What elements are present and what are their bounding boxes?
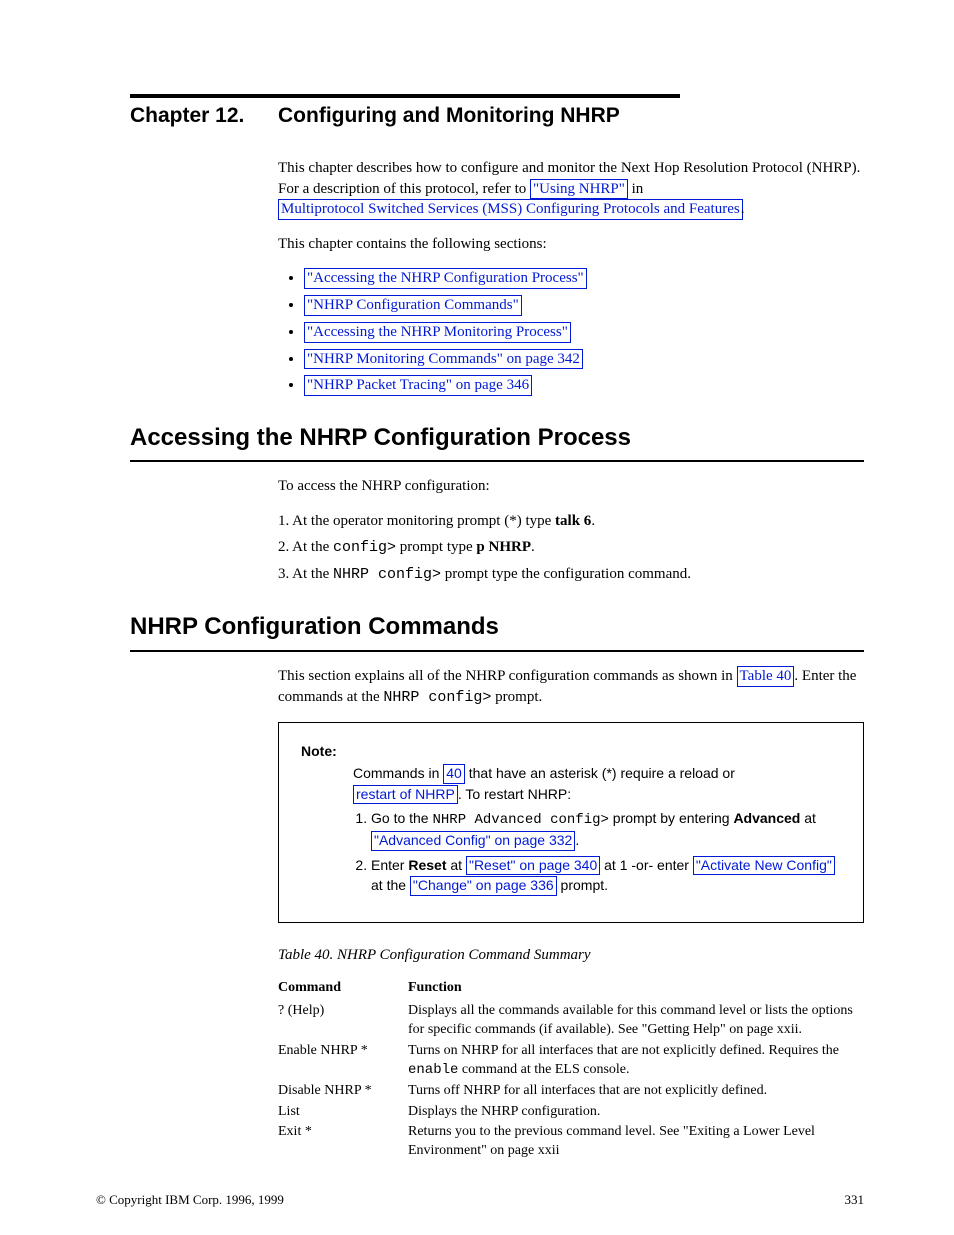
asterisk: * [509, 513, 517, 529]
section-link-0[interactable]: "Accessing the NHRP Configuration Proces… [304, 268, 587, 289]
nhrp-config-prompt-2: NHRP config> [383, 689, 491, 706]
note-box: Note: Commands in 40 that have an asteri… [278, 722, 864, 923]
note-step-1: Go to the NHRP Advanced config> prompt b… [371, 808, 841, 851]
access-step-2: 2. At the config> prompt type p NHRP. [278, 537, 864, 558]
cmd-table: Command Function ? (Help) Displays all t… [278, 979, 864, 1161]
note-body: Commands in 40 that have an asterisk (*)… [353, 763, 841, 896]
table-row: ? (Help) Displays all the commands avail… [278, 1002, 864, 1040]
section-link-1[interactable]: "NHRP Configuration Commands" [304, 295, 522, 316]
list-item: "NHRP Monitoring Commands" on page 342 [304, 349, 864, 370]
cmd-cell: List [278, 1103, 408, 1122]
access-body: To access the NHRP configuration: 1. At … [278, 476, 864, 585]
chapter-heading: Chapter 12. Configuring and Monitoring N… [130, 102, 864, 130]
access-step-3: 3. At the NHRP config> prompt type the c… [278, 564, 864, 585]
body-column: This chapter describes how to configure … [278, 158, 864, 396]
config-prompt: config> [333, 539, 396, 556]
activate-link[interactable]: "Activate New Config" [693, 856, 835, 876]
change-link[interactable]: "Change" on page 336 [410, 876, 557, 896]
h2-rule [130, 460, 864, 462]
cmd-cell: Exit * [278, 1123, 408, 1161]
table-header-row: Command Function [278, 979, 864, 998]
chapter-rule [130, 94, 680, 98]
cmd-cell: Enable NHRP * [278, 1042, 408, 1080]
sections-list: "Accessing the NHRP Configuration Proces… [278, 268, 864, 396]
access-step-1: 1. At the operator monitoring prompt (*)… [278, 511, 864, 531]
list-item: "Accessing the NHRP Monitoring Process" [304, 322, 864, 343]
intro-mid: in [628, 181, 643, 197]
cmds-intro: This section explains all of the NHRP co… [278, 666, 864, 708]
cmd-cell: ? (Help) [278, 1002, 408, 1040]
h2-rule-2 [130, 650, 864, 652]
func-cell: Returns you to the previous command leve… [408, 1123, 864, 1161]
h2-commands: NHRP Configuration Commands [130, 611, 864, 643]
table-link[interactable]: Table 40 [737, 666, 795, 687]
func-cell: Displays all the commands available for … [408, 1002, 864, 1040]
sections-label: This chapter contains the following sect… [278, 234, 864, 254]
intro-end: . [741, 201, 745, 217]
func-cell: Displays the NHRP configuration. [408, 1103, 864, 1122]
cmd-cell: Disable NHRP * [278, 1082, 408, 1101]
section-link-2[interactable]: "Accessing the NHRP Monitoring Process" [304, 322, 571, 343]
col-function: Function [408, 979, 864, 998]
list-item: "NHRP Configuration Commands" [304, 295, 864, 316]
note-steps: Go to the NHRP Advanced config> prompt b… [353, 808, 841, 896]
restart-nhrp-link[interactable]: restart of NHRP [353, 785, 458, 805]
section-link-4[interactable]: "NHRP Packet Tracing" on page 346 [304, 375, 532, 396]
cmds-body: This section explains all of the NHRP co… [278, 666, 864, 1161]
table-row: Disable NHRP * Turns off NHRP for all in… [278, 1082, 864, 1101]
func-cell: Turns off NHRP for all interfaces that a… [408, 1082, 864, 1101]
using-nhrp-link[interactable]: "Using NHRP" [530, 179, 628, 200]
list-item: "NHRP Packet Tracing" on page 346 [304, 375, 864, 396]
list-item: "Accessing the NHRP Configuration Proces… [304, 268, 864, 289]
copyright: © Copyright IBM Corp. 1996, 1999 [96, 1191, 284, 1209]
page: Chapter 12. Configuring and Monitoring N… [0, 0, 954, 1235]
advanced-config-link[interactable]: "Advanced Config" on page 332 [371, 831, 575, 851]
nhrp-config-prompt: NHRP config> [333, 566, 441, 583]
nhrp-advanced-prompt: NHRP Advanced config> [432, 812, 608, 828]
manual-link[interactable]: Multiprotocol Switched Services (MSS) Co… [278, 199, 743, 220]
table-row: Exit * Returns you to the previous comma… [278, 1123, 864, 1161]
chapter-title: Configuring and Monitoring NHRP [278, 102, 620, 130]
h2-accessing: Accessing the NHRP Configuration Process [130, 422, 864, 454]
table-row: List Displays the NHRP configuration. [278, 1103, 864, 1122]
col-command: Command [278, 979, 408, 998]
table-reference: Table 40. NHRP Configuration Command Sum… [278, 945, 864, 965]
note-table-link[interactable]: 40 [443, 764, 465, 784]
section-link-3[interactable]: "NHRP Monitoring Commands" on page 342 [304, 349, 583, 370]
note-step-2: Enter Reset at "Reset" on page 340 at 1 … [371, 855, 841, 896]
func-cell: Turns on NHRP for all interfaces that ar… [408, 1042, 864, 1080]
table-row: Enable NHRP * Turns on NHRP for all inte… [278, 1042, 864, 1080]
chapter-label: Chapter 12. [130, 102, 278, 130]
note-label: Note: [301, 743, 337, 759]
page-number: 331 [845, 1191, 865, 1209]
reset-link[interactable]: "Reset" on page 340 [466, 856, 600, 876]
access-intro: To access the NHRP configuration: [278, 476, 864, 496]
intro-paragraph: This chapter describes how to configure … [278, 158, 864, 220]
